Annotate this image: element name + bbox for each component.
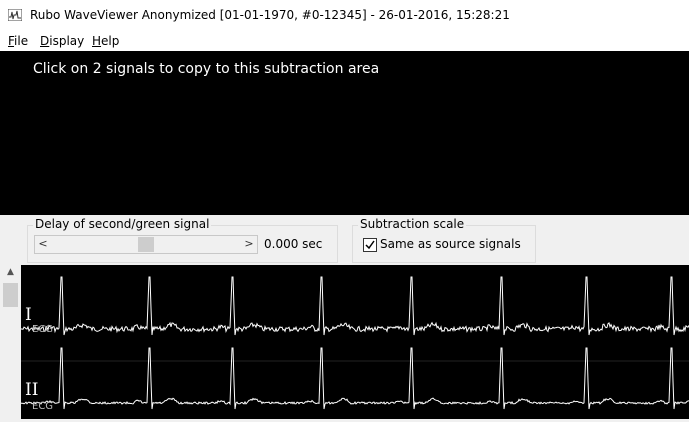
- same-scale-label[interactable]: Same as source signals: [380, 237, 521, 251]
- ecg-trace-lead-ii: [20, 347, 689, 410]
- subtraction-hint: Click on 2 signals to copy to this subtr…: [33, 61, 380, 77]
- lead-type-i: ECG: [32, 324, 54, 335]
- lead-label-i: I: [25, 305, 32, 325]
- delay-group-label: Delay of second/green signal: [33, 217, 212, 231]
- subtraction-area[interactable]: Click on 2 signals to copy to this subtr…: [0, 51, 689, 215]
- app-icon: [8, 9, 22, 21]
- checkmark-icon: [365, 240, 375, 250]
- title-bar: Rubo WaveViewer Anonymized [01-01-1970, …: [0, 0, 689, 31]
- same-scale-checkbox[interactable]: [363, 238, 377, 252]
- delay-value: 0.000 sec: [264, 237, 323, 251]
- slider-thumb[interactable]: [138, 237, 154, 252]
- vertical-scrollbar[interactable]: ▲: [0, 265, 21, 419]
- window-title: Rubo WaveViewer Anonymized [01-01-1970, …: [30, 8, 510, 22]
- lead-type-ii: ECG: [32, 401, 54, 412]
- slider-right-arrow-icon[interactable]: >: [241, 236, 257, 253]
- delay-slider[interactable]: < >: [34, 235, 258, 254]
- menu-file[interactable]: File: [8, 34, 28, 48]
- menu-help[interactable]: Help: [92, 34, 119, 48]
- slider-left-arrow-icon[interactable]: <: [35, 236, 51, 253]
- menu-bar: File Display Help: [0, 31, 689, 51]
- ecg-traces[interactable]: [20, 265, 689, 419]
- waveform-area[interactable]: I ECG II ECG: [20, 265, 689, 419]
- scroll-up-arrow-icon[interactable]: ▲: [5, 267, 16, 277]
- lead-label-ii: II: [25, 380, 39, 400]
- scale-group-label: Subtraction scale: [358, 217, 467, 231]
- scroll-thumb[interactable]: [3, 283, 18, 307]
- ecg-trace-lead-i: [21, 276, 689, 336]
- menu-display[interactable]: Display: [40, 34, 84, 48]
